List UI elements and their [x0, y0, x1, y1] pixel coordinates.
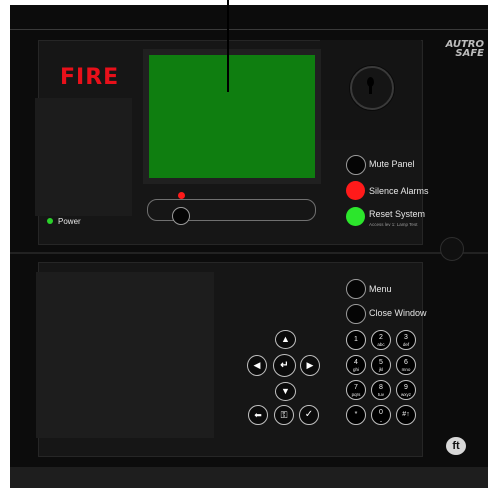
keyslot-icon — [369, 85, 372, 94]
keypad-key-1[interactable]: 1 — [346, 330, 366, 350]
keypad-key-letters: tuv — [377, 392, 384, 397]
mute-panel-label: Mute Panel — [369, 159, 415, 169]
keypad-key-number: 5 — [379, 359, 383, 366]
keypad-key-number: 6 — [404, 359, 408, 366]
reset-system-label: Reset System — [369, 209, 426, 219]
key-lock-icon[interactable] — [350, 66, 394, 110]
keypad-key-3[interactable]: 3 def — [396, 330, 416, 350]
nav-down-button[interactable]: ▼ — [275, 382, 296, 401]
pointer-line — [227, 0, 229, 92]
fire-details-area — [35, 98, 132, 216]
back-arrow-icon: ⬅ — [254, 410, 262, 420]
keypad-key-letters: wxyz — [401, 392, 411, 397]
close-window-button[interactable] — [346, 304, 366, 324]
keypad-key-number: 7 — [354, 384, 358, 391]
reset-system-hint: Access lev 1: Lamp Test — [369, 222, 418, 227]
keypad-key-letters: ⎵ — [380, 417, 382, 422]
acknowledge-button[interactable]: ✓ — [299, 405, 319, 425]
keypad-key-7[interactable]: 7 pqrs — [346, 380, 366, 400]
keypad-key-5[interactable]: 5 jkl — [371, 355, 391, 375]
keypad-key-number: 1 — [354, 336, 358, 343]
keypad-key-12[interactable]: #↑ — [396, 405, 416, 425]
keypad-key-number: 3 — [404, 334, 408, 341]
keypad-key-number: #↑ — [402, 411, 410, 418]
nav-up-button[interactable]: ▲ — [275, 330, 296, 349]
lcd-display — [149, 55, 315, 178]
check-icon: ✓ — [304, 409, 314, 420]
close-window-label: Close Window — [369, 308, 427, 318]
keypad-key-11[interactable]: 0 ⎵ — [371, 405, 391, 425]
reset-system-button[interactable] — [346, 207, 365, 226]
arrow-up-icon: ▲ — [281, 334, 290, 344]
secondary-display-area — [36, 272, 214, 438]
keypad-key-letters: abc — [377, 342, 385, 347]
side-opening — [440, 237, 464, 261]
keypad-key-letters: pqrs — [351, 392, 361, 397]
power-label: Power — [58, 217, 81, 226]
mute-panel-button[interactable] — [346, 155, 366, 175]
keypad-key-4[interactable]: 4 ghi — [346, 355, 366, 375]
keypad-key-2[interactable]: 2 abc — [371, 330, 391, 350]
keypad-key-number: 4 — [354, 359, 358, 366]
keypad-key-10[interactable]: * — [346, 405, 366, 425]
keypad-key-letters: def — [402, 342, 410, 347]
bottom-strip — [10, 467, 488, 488]
nav-right-button[interactable]: ▶ — [300, 355, 320, 376]
display-scroll-button[interactable] — [172, 207, 190, 225]
silence-alarms-label: Silence Alarms — [369, 186, 429, 196]
enter-icon: ↵ — [280, 360, 289, 371]
fire-indicator: FIRE — [60, 65, 120, 90]
keypad-key-letters: ghi — [352, 367, 359, 372]
keypad-key-letters: mno — [401, 367, 411, 372]
access-key-button[interactable]: ⚿ — [274, 405, 294, 425]
back-button[interactable]: ⬅ — [248, 405, 268, 425]
arrow-right-icon: ▶ — [306, 360, 314, 370]
keypad-key-9[interactable]: 9 wxyz — [396, 380, 416, 400]
alarm-led-icon — [178, 192, 185, 199]
keypad-key-number: 9 — [404, 384, 408, 391]
keypad-key-number: 0 — [379, 409, 383, 416]
brand-logo: AUTRO SAFE — [445, 39, 484, 59]
power-led-icon — [47, 218, 53, 224]
menu-button[interactable] — [346, 279, 366, 299]
menu-label: Menu — [369, 284, 392, 294]
keypad-key-number: 2 — [379, 334, 383, 341]
keypad-key-number: 8 — [379, 384, 383, 391]
silence-alarms-button[interactable] — [346, 181, 365, 200]
arrow-down-icon: ▼ — [281, 386, 290, 396]
manufacturer-logo-icon: ft — [446, 437, 466, 455]
arrow-left-icon: ◀ — [253, 360, 261, 370]
middle-divider — [10, 252, 488, 254]
key-icon: ⚿ — [280, 410, 288, 420]
top-divider — [10, 29, 488, 30]
nav-left-button[interactable]: ◀ — [247, 355, 267, 376]
keypad-key-letters: jkl — [378, 367, 384, 372]
keypad-key-8[interactable]: 8 tuv — [371, 380, 391, 400]
nav-enter-button[interactable]: ↵ — [273, 354, 296, 377]
keypad-key-number: * — [354, 411, 358, 418]
keypad-key-6[interactable]: 6 mno — [396, 355, 416, 375]
